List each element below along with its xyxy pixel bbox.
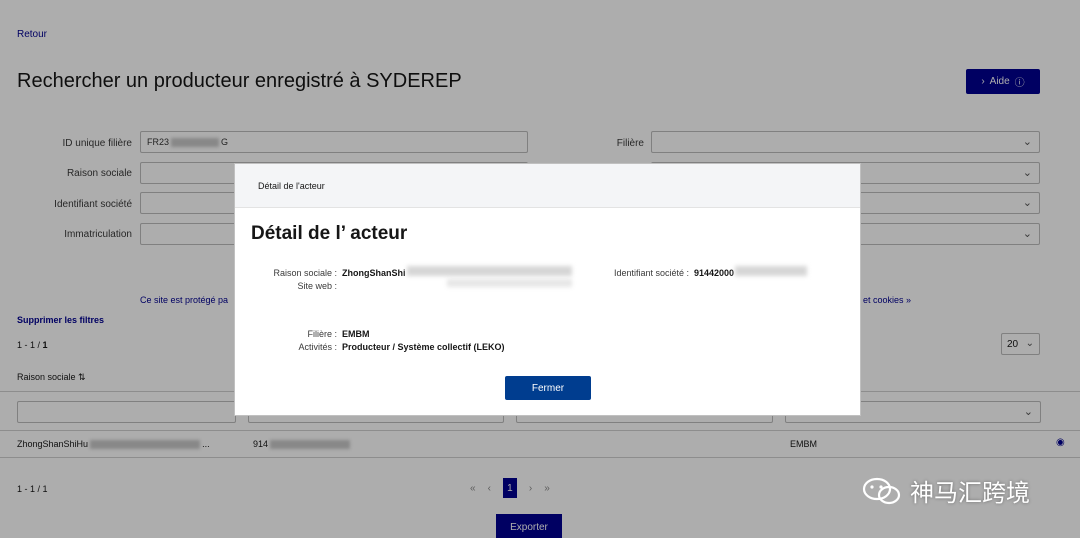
close-button[interactable]: Fermer bbox=[505, 376, 591, 400]
identifiant-societe-value: 91442000 bbox=[694, 268, 735, 278]
modal-header: Détail de l'acteur bbox=[235, 164, 860, 208]
activites-value: Producteur / Système collectif (LEKO) bbox=[342, 342, 505, 352]
modal-title: Détail de l’ acteur bbox=[251, 223, 408, 244]
raison-sociale-value: ZhongShanShi bbox=[342, 268, 406, 278]
raison-sociale-label: Raison sociale : bbox=[273, 268, 337, 278]
chat-bubbles-icon bbox=[862, 477, 901, 504]
filiere-label: Filière : bbox=[307, 329, 337, 339]
identifiant-societe-label: Identifiant société : bbox=[613, 268, 689, 278]
modal-header-title: Détail de l'acteur bbox=[258, 181, 325, 191]
filiere-value: EMBM bbox=[342, 329, 370, 339]
site-web-label: Site web : bbox=[297, 281, 337, 291]
activites-label: Activités : bbox=[298, 342, 337, 352]
watermark-text: 神马汇跨境 bbox=[910, 480, 1030, 507]
watermark: 神马汇跨境 bbox=[862, 473, 1030, 508]
redaction-mask bbox=[735, 266, 807, 276]
redaction-mask bbox=[447, 279, 572, 287]
actor-detail-modal: Détail de l'acteur Détail de l’ acteur R… bbox=[234, 163, 861, 416]
redaction-mask bbox=[407, 266, 572, 276]
